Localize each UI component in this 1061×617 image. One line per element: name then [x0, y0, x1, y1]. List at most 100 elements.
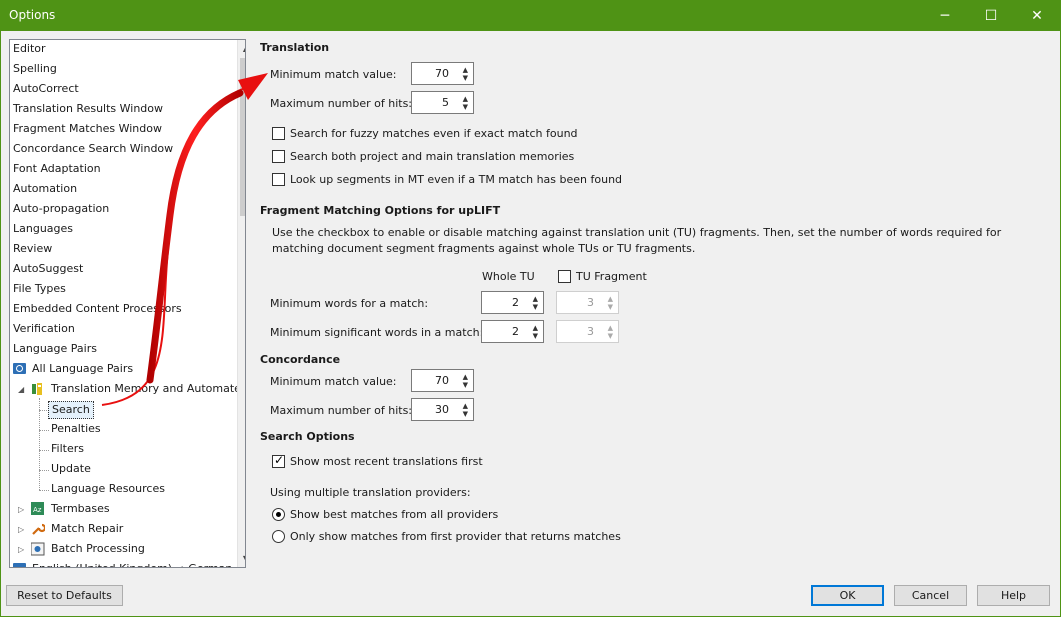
tree-item[interactable]: Verification	[13, 320, 75, 338]
tree-item[interactable]: Embedded Content Processors	[13, 300, 182, 318]
tree-item-all-language-pairs[interactable]: All Language Pairs	[32, 360, 133, 378]
spinner-up-icon[interactable]: ▲	[533, 295, 538, 303]
help-button[interactable]: Help	[977, 585, 1050, 606]
tree-item-termbases[interactable]: Termbases	[51, 500, 110, 518]
translation-min-match-label: Minimum match value:	[270, 68, 397, 81]
first-provider-radio[interactable]	[272, 530, 285, 543]
tree-item[interactable]: Editor	[13, 40, 46, 58]
expand-icon[interactable]: ▷	[18, 545, 24, 554]
tree-item[interactable]: Font Adaptation	[13, 160, 101, 178]
tree-item[interactable]: Automation	[13, 180, 77, 198]
ok-button[interactable]: OK	[811, 585, 884, 606]
spinner-value[interactable]: 70	[435, 374, 449, 387]
tree-item-filters[interactable]: Filters	[51, 440, 84, 458]
minimize-icon[interactable]: ─	[922, 0, 968, 31]
fuzzy-matches-checkbox[interactable]	[272, 127, 285, 140]
concordance-min-match-spinner[interactable]: 70 ▲ ▼	[411, 369, 474, 392]
tree-item-batch-processing[interactable]: Batch Processing	[51, 540, 145, 558]
recent-first-label[interactable]: Show most recent translations first	[290, 455, 483, 468]
concordance-max-hits-spinner[interactable]: 30 ▲ ▼	[411, 398, 474, 421]
tree-item-update[interactable]: Update	[51, 460, 91, 478]
fuzzy-matches-label[interactable]: Search for fuzzy matches even if exact m…	[290, 127, 578, 140]
tree-item[interactable]: AutoCorrect	[13, 80, 79, 98]
globe-icon	[13, 563, 26, 567]
scroll-down-icon[interactable]: ▼	[238, 550, 245, 567]
spinner-value[interactable]: 2	[512, 296, 519, 309]
expand-icon[interactable]: ▷	[18, 525, 24, 534]
spinner-down-icon[interactable]: ▼	[463, 103, 468, 111]
spinner-value[interactable]: 5	[442, 96, 449, 109]
lookup-mt-label[interactable]: Look up segments in MT even if a TM matc…	[290, 173, 622, 186]
tree-item-language-resources[interactable]: Language Resources	[51, 480, 165, 498]
spinner-up-icon[interactable]: ▲	[463, 66, 468, 74]
globe-icon	[13, 363, 26, 374]
tree-scrollbar[interactable]: ▲ ▼	[237, 40, 245, 567]
concordance-heading: Concordance	[260, 353, 341, 366]
spinner-value[interactable]: 2	[512, 325, 519, 338]
spinner-down-icon[interactable]: ▼	[463, 410, 468, 418]
spinner-up-icon[interactable]: ▲	[463, 402, 468, 410]
spinner-up-icon[interactable]: ▲	[463, 95, 468, 103]
whole-tu-label: Whole TU	[482, 270, 535, 283]
spinner-value[interactable]: 30	[435, 403, 449, 416]
translation-heading: Translation	[260, 41, 330, 54]
tree-item-translation-memory[interactable]: Translation Memory and Automated Transla…	[51, 380, 245, 398]
min-significant-whole-spinner[interactable]: 2 ▲ ▼	[481, 320, 544, 343]
tree-item[interactable]: Languages	[13, 220, 73, 238]
tree-item-penalties[interactable]: Penalties	[51, 420, 101, 438]
search-options-heading: Search Options	[260, 430, 355, 443]
translation-max-hits-spinner[interactable]: 5 ▲ ▼	[411, 91, 474, 114]
scroll-up-icon[interactable]: ▲	[238, 40, 245, 57]
search-both-tm-checkbox[interactable]	[272, 150, 285, 163]
tree-item-language-pair[interactable]: English (United Kingdom) → German (Germa…	[32, 560, 245, 567]
spinner-up-icon[interactable]: ▲	[463, 373, 468, 381]
spinner-down-icon: ▼	[607, 332, 613, 340]
tu-fragment-checkbox[interactable]	[558, 270, 571, 283]
multi-providers-label: Using multiple translation providers:	[270, 486, 471, 499]
tree-item[interactable]: Language Pairs	[13, 340, 97, 358]
maximize-icon[interactable]: ☐	[968, 0, 1014, 31]
tree-item[interactable]: Auto-propagation	[13, 200, 109, 218]
best-matches-radio[interactable]	[272, 508, 285, 521]
spinner-up-icon: ▲	[607, 295, 613, 303]
tree-item[interactable]: File Types	[13, 280, 66, 298]
translation-max-hits-label: Maximum number of hits:	[270, 97, 413, 110]
tu-fragment-label[interactable]: TU Fragment	[576, 270, 647, 283]
concordance-min-match-label: Minimum match value:	[270, 375, 397, 388]
tree-item[interactable]: Fragment Matches Window	[13, 120, 162, 138]
spinner-up-icon[interactable]: ▲	[533, 324, 538, 332]
window-title: Options	[9, 8, 56, 22]
tree-item-search[interactable]: Search	[48, 401, 94, 419]
tree-item[interactable]: Translation Results Window	[13, 100, 163, 118]
lookup-mt-checkbox[interactable]	[272, 173, 285, 186]
tree-item[interactable]: AutoSuggest	[13, 260, 83, 278]
spinner-down-icon: ▼	[607, 303, 613, 311]
best-matches-label[interactable]: Show best matches from all providers	[290, 508, 498, 521]
expand-icon[interactable]: ▷	[18, 505, 24, 514]
translation-min-match-spinner[interactable]: 70 ▲ ▼	[411, 62, 474, 85]
first-provider-label[interactable]: Only show matches from first provider th…	[290, 530, 621, 543]
scroll-thumb[interactable]	[240, 58, 245, 216]
spinner-value[interactable]: 70	[435, 67, 449, 80]
min-words-fragment-spinner: 3 ▲ ▼	[556, 291, 619, 314]
cancel-button[interactable]: Cancel	[894, 585, 967, 606]
spinner-down-icon[interactable]: ▼	[533, 303, 538, 311]
spinner-down-icon[interactable]: ▼	[463, 74, 468, 82]
tree-item-match-repair[interactable]: Match Repair	[51, 520, 123, 538]
search-both-tm-label[interactable]: Search both project and main translation…	[290, 150, 574, 163]
options-tree[interactable]: Editor Spelling AutoCorrect Translation …	[9, 39, 246, 568]
min-words-whole-spinner[interactable]: 2 ▲ ▼	[481, 291, 544, 314]
spinner-down-icon[interactable]: ▼	[463, 381, 468, 389]
tree-item[interactable]: Concordance Search Window	[13, 140, 173, 158]
svg-text:Az: Az	[33, 506, 42, 514]
fragment-heading: Fragment Matching Options for upLIFT	[260, 204, 501, 217]
collapse-icon[interactable]: ◢	[18, 385, 24, 394]
reset-defaults-button[interactable]: Reset to Defaults	[6, 585, 123, 606]
tree-item[interactable]: Review	[13, 240, 52, 258]
spinner-value: 3	[587, 296, 594, 309]
tree-item[interactable]: Spelling	[13, 60, 57, 78]
spinner-down-icon[interactable]: ▼	[533, 332, 538, 340]
recent-first-checkbox[interactable]	[272, 453, 285, 468]
close-icon[interactable]: ✕	[1014, 0, 1060, 31]
termbase-icon: Az	[31, 502, 44, 515]
